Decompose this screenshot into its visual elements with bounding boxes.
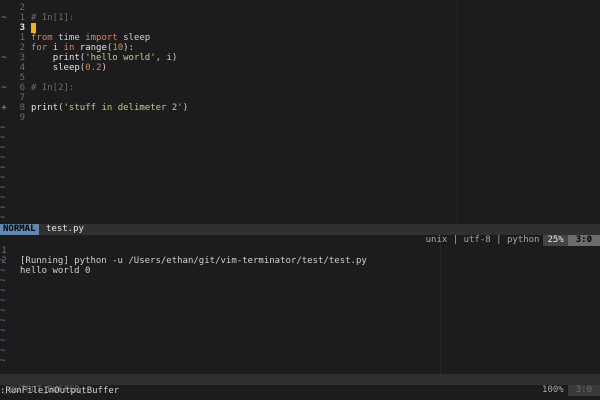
line-number: 2 — [19, 3, 25, 13]
tilde-icon: ~ — [0, 203, 6, 213]
status-line-bottom: _OUTPUT_BUFFER_ 100% 3:0 — [0, 374, 600, 396]
file-format: unix — [425, 235, 448, 245]
code-token: for — [31, 43, 53, 53]
line-number: 8 — [19, 103, 25, 113]
code-token: time — [58, 33, 86, 43]
code-token: , i) — [155, 53, 178, 63]
code-token: ) — [182, 103, 189, 113]
tilde-icon: ~ — [0, 163, 6, 173]
tilde-icon: ~ — [0, 143, 6, 153]
code-token: from — [31, 33, 59, 43]
output-line: 1 [Running] python -u /Users/ethan/git/v… — [0, 236, 367, 266]
tilde-icon: ~ — [0, 133, 6, 143]
code-token: in — [63, 43, 80, 53]
tilde-icon: ~ — [0, 193, 6, 203]
tilde-icon: ~ — [0, 183, 6, 193]
tilde-icon: ~ — [0, 213, 6, 223]
code-text — [31, 23, 36, 33]
line-number: 1 — [19, 13, 25, 23]
code-token: ) — [101, 63, 107, 73]
code-token: # In[1]: — [31, 13, 75, 23]
tilde-icon: ~ — [0, 306, 6, 316]
line-number: 3 — [19, 23, 25, 33]
file-info: unix | utf-8 | python — [422, 235, 544, 246]
file-encoding: utf-8 — [463, 235, 491, 245]
code-token: i — [52, 43, 64, 53]
code-token: 'stuff in delimeter 2' — [63, 103, 183, 113]
color-column — [457, 0, 458, 228]
code-token: # In[2]: — [31, 83, 75, 93]
scroll-percent: 25% — [543, 235, 568, 246]
cursor-position: 3:0 — [567, 235, 600, 246]
mode-indicator: NORMAL — [0, 224, 39, 235]
gutter-sign: ~ — [1, 53, 7, 63]
line-number: 3 — [19, 53, 25, 63]
tilde-icon: ~ — [0, 173, 6, 183]
code-token: print — [52, 53, 80, 63]
tilde-icon: ~ — [0, 346, 6, 356]
output-line: 2 hello world 0 — [0, 246, 90, 276]
code-token: 0.2 — [85, 63, 102, 73]
tilde-icon: ~ — [0, 123, 6, 133]
line-number: 2 — [19, 43, 25, 53]
line-number: 7 — [19, 93, 25, 103]
running-text: [Running] python -u /Users/ethan/git/vim… — [20, 256, 367, 266]
code-text: from time import sleep — [31, 33, 150, 43]
separator: | — [452, 235, 459, 245]
code-token: import — [85, 33, 124, 43]
code-token: ): — [123, 43, 134, 53]
code-token: 10 — [112, 43, 124, 53]
gutter-sign: ~ — [1, 13, 7, 23]
code-text: # In[1]: — [31, 13, 74, 23]
separator: | — [496, 235, 502, 245]
code-text: print('hello world', i) — [31, 53, 178, 63]
tilde-icon: ~ — [0, 326, 6, 336]
tilde-icon: ~ — [0, 276, 6, 286]
tilde-icon: ~ — [0, 356, 6, 366]
tilde-icon: ~ — [0, 296, 6, 306]
line-number: 5 — [19, 73, 25, 83]
gutter-sign: + — [1, 103, 7, 113]
hello-text: hello world 0 — [20, 266, 91, 276]
code-token: 'hello world' — [85, 53, 156, 63]
tilde-icon: ~ — [0, 153, 6, 163]
status-right: unix | utf-8 | python 25% 3:0 — [389, 224, 600, 246]
code-token: print — [31, 103, 59, 113]
vim-window[interactable]: 2 ~1 # In[1]: 3 1 from time import sleep 2 for … — [0, 0, 600, 400]
code-token: sleep — [123, 33, 151, 43]
code-token: range — [79, 43, 107, 53]
cursor-position-bottom: 3:0 — [567, 385, 600, 396]
file-type: python — [506, 235, 540, 245]
line-number: 6 — [19, 83, 25, 93]
line-number: 1 — [19, 33, 25, 43]
file-name: test.py — [46, 224, 84, 234]
tilde-icon: ~ — [0, 336, 6, 346]
scroll-percent-bottom: 100% — [542, 385, 564, 395]
tilde-icon: ~ — [0, 266, 6, 276]
code-token: sleep — [52, 63, 80, 73]
line-number: 4 — [19, 63, 25, 73]
code-text: # In[2]: — [31, 83, 74, 93]
tilde-icon: ~ — [0, 256, 6, 266]
status-right-bottom: 100% 3:0 — [506, 374, 600, 396]
line-number: 9 — [19, 113, 25, 123]
code-text: print('stuff in delimeter 2') — [31, 103, 188, 113]
code-text: sleep(0.2) — [31, 63, 107, 73]
command-line[interactable]: :RunFileInOutputBuffer — [0, 385, 119, 397]
gutter-sign: ~ — [1, 83, 7, 93]
cursor — [31, 23, 36, 33]
color-column-output — [440, 236, 441, 374]
tilde-icon: ~ — [0, 286, 6, 296]
tilde-icon: ~ — [0, 316, 6, 326]
status-line-top: NORMAL test.py unix | utf-8 | python 25% 3… — [0, 224, 600, 246]
code-text: for i in range(10): — [31, 43, 134, 53]
